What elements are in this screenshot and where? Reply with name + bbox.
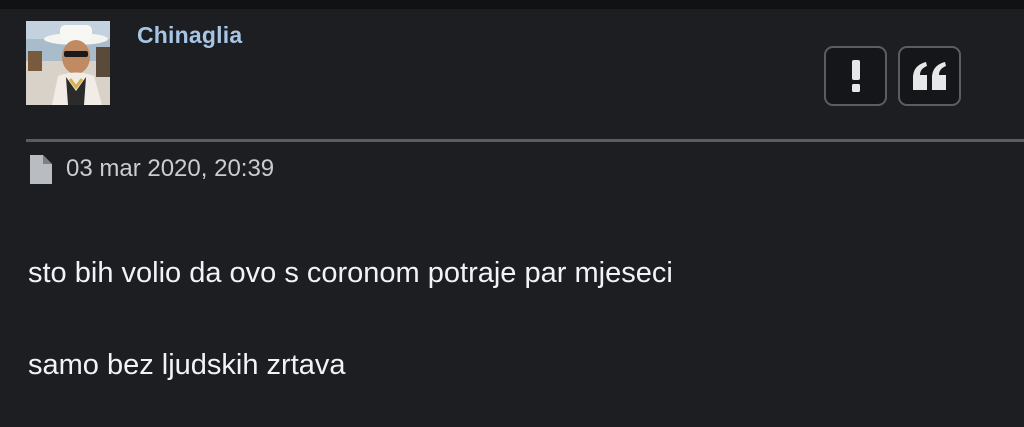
username-link[interactable]: Chinaglia <box>137 22 242 49</box>
quote-icon <box>912 62 946 90</box>
post-actions <box>824 46 961 106</box>
exclamation-icon <box>851 60 860 92</box>
post-meta: 03 mar 2020, 20:39 <box>30 154 274 184</box>
avatar-image <box>26 21 110 105</box>
avatar[interactable] <box>26 21 110 105</box>
post-date[interactable]: 03 mar 2020, 20:39 <box>66 155 274 183</box>
post-divider <box>26 139 1024 142</box>
quote-button[interactable] <box>898 46 961 106</box>
report-button[interactable] <box>824 46 887 106</box>
post-text-line: sto bih volio da ovo s coronom potraje p… <box>28 257 673 289</box>
document-icon <box>30 154 52 184</box>
post-text-line: samo bez ljudskih zrtava <box>28 349 346 381</box>
top-bar <box>0 0 1024 9</box>
